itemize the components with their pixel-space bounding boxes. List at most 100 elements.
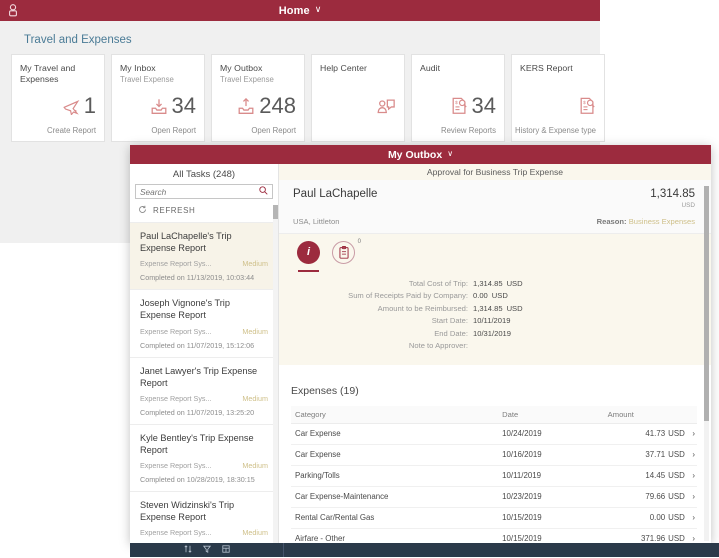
group-icon[interactable] bbox=[221, 545, 230, 555]
chevron-right-icon[interactable]: › bbox=[684, 465, 697, 487]
bottom-toolbar bbox=[130, 543, 719, 557]
expense-currency: USD bbox=[668, 513, 685, 523]
task-completed: Completed on 10/28/2019, 18:30:15 bbox=[140, 475, 255, 485]
task-list-scrollbar-track[interactable] bbox=[273, 205, 278, 543]
reason-field: Reason: Business Expenses bbox=[597, 217, 695, 226]
chevron-right-icon[interactable]: › bbox=[684, 423, 697, 445]
tile-kers-report[interactable]: KERS Report $ History & Expense type bbox=[511, 54, 605, 142]
expenses-table-row[interactable]: Airfare - Other 10/15/2019 371.96 USD › bbox=[291, 528, 697, 543]
summary-label: Sum of Receipts Paid by Company: bbox=[348, 291, 468, 301]
summary-label: End Date: bbox=[434, 328, 468, 338]
task-list-scrollbar-thumb[interactable] bbox=[273, 205, 278, 219]
tile-my-travel-and-expenses[interactable]: My Travel and Expenses 1 Create Report bbox=[11, 54, 105, 142]
tile-help-center[interactable]: Help Center bbox=[311, 54, 405, 142]
expense-currency: USD bbox=[668, 534, 685, 543]
task-title: Steven Widzinski's Trip Expense Report bbox=[140, 500, 235, 523]
page-right-filler bbox=[600, 0, 719, 145]
filter-icon[interactable] bbox=[202, 545, 211, 555]
tile-title: Help Center bbox=[320, 63, 367, 73]
detail-scrollbar-thumb[interactable] bbox=[704, 186, 709, 421]
expenses-table-row[interactable]: Rental Car/Rental Gas 10/15/2019 0.00 USD › bbox=[291, 507, 697, 529]
expense-currency: USD bbox=[668, 471, 685, 481]
tile-title: Audit bbox=[420, 63, 441, 73]
expenses-column-header: Amount bbox=[607, 405, 685, 424]
expense-date: 10/11/2019 bbox=[502, 465, 608, 487]
detail-tab-strip: i0 bbox=[279, 233, 711, 276]
tab-badge: 0 bbox=[357, 238, 361, 245]
tile-footer: Create Report bbox=[47, 126, 96, 135]
section-separator bbox=[279, 364, 711, 381]
my-outbox-dialog: My Outbox ∨ All Tasks (248) Search REFRE… bbox=[130, 145, 711, 551]
expense-date: 10/24/2019 bbox=[502, 423, 608, 445]
task-completed: Completed on 11/07/2019, 15:12:06 bbox=[140, 340, 255, 350]
location-label: USA, Littleton bbox=[293, 216, 340, 226]
summary-row: Sum of Receipts Paid by Company: 0.00 USD bbox=[279, 290, 711, 303]
tile-title: My Outbox bbox=[220, 63, 263, 73]
detail-tab-clipboard[interactable]: 0 bbox=[332, 239, 361, 264]
expense-date: 10/23/2019 bbox=[502, 486, 608, 508]
summary-currency: USD bbox=[506, 278, 523, 288]
task-detail-panel: Approval for Business Trip Expense Paul … bbox=[279, 164, 711, 543]
task-list-item[interactable]: Kyle Bentley's Trip Expense Report Expens… bbox=[130, 423, 278, 491]
tile-footer: Open Report bbox=[251, 126, 296, 135]
tile-content: 248 bbox=[220, 91, 296, 121]
expenses-table-row[interactable]: Car Expense 10/24/2019 41.73 USD › bbox=[291, 423, 697, 445]
summary-value: 1,314.85 USD bbox=[473, 303, 523, 313]
expenses-table-row[interactable]: Car Expense 10/16/2019 37.71 USD › bbox=[291, 444, 697, 466]
refresh-button[interactable]: REFRESH bbox=[130, 199, 278, 222]
svg-text:$: $ bbox=[455, 100, 458, 106]
task-list-item[interactable]: Janet Lawyer's Trip Expense Report Expens… bbox=[130, 356, 278, 424]
expenses-section: Expenses (19) Category Date Amount Car Exp… bbox=[279, 380, 711, 543]
task-list-item[interactable]: Joseph Vignone's Trip Expense Report Expe… bbox=[130, 289, 278, 356]
summary-row: Total Cost of Trip: 1,314.85 USD bbox=[279, 278, 711, 291]
summary-row: Note to Approver: bbox=[279, 340, 711, 353]
expense-amount: 79.66 USD bbox=[607, 486, 685, 508]
chevron-right-icon[interactable]: › bbox=[684, 444, 697, 466]
tile-my-inbox[interactable]: My Inbox Travel Expense 34 Open Report bbox=[111, 54, 205, 142]
dialog-title: My Outbox bbox=[387, 148, 443, 161]
expenses-table-row[interactable]: Car Expense-Maintenance 10/23/2019 79.66 US… bbox=[291, 486, 697, 508]
detail-tab-info[interactable]: i bbox=[297, 240, 320, 272]
requester-name: Paul LaChapelle bbox=[293, 188, 378, 200]
tile-audit[interactable]: Audit $34 Review Reports bbox=[411, 54, 505, 142]
chevron-right-icon[interactable]: › bbox=[684, 507, 697, 529]
task-priority: Medium bbox=[242, 461, 268, 471]
page-title: Travel and Expenses bbox=[24, 34, 132, 46]
tile-subtitle: Travel Expense bbox=[220, 75, 274, 85]
task-list-panel: All Tasks (248) REFRESH bbox=[130, 164, 279, 551]
task-system: Expense Report Sys... bbox=[140, 326, 212, 336]
home-menu[interactable]: Home ∨ bbox=[0, 5, 600, 17]
active-tab-indicator bbox=[298, 269, 319, 272]
summary-row: End Date: 10/31/2019 bbox=[279, 328, 711, 341]
page-left-filler bbox=[0, 243, 130, 557]
task-list-header: All Tasks (248) bbox=[130, 164, 278, 184]
task-completed: Completed on 11/13/2019, 10:03:44 bbox=[140, 273, 255, 283]
expenses-table-row[interactable]: Parking/Tolls 10/11/2019 14.45 USD › bbox=[291, 465, 697, 487]
search-icon[interactable] bbox=[259, 186, 268, 197]
chevron-right-icon[interactable]: › bbox=[684, 486, 697, 508]
summary-row: Start Date: 10/11/2019 bbox=[279, 315, 711, 328]
tile-number: 34 bbox=[171, 93, 196, 118]
task-title: Janet Lawyer's Trip Expense Report bbox=[140, 365, 258, 388]
person-help-icon bbox=[377, 98, 396, 115]
tile-my-outbox[interactable]: My Outbox Travel Expense 248 Open Report bbox=[211, 54, 305, 142]
task-priority: Medium bbox=[242, 528, 268, 538]
dialog-header[interactable]: My Outbox ∨ bbox=[130, 145, 711, 164]
chevron-right-icon[interactable]: › bbox=[684, 528, 697, 543]
search-box[interactable] bbox=[135, 184, 273, 199]
task-system: Expense Report Sys... bbox=[140, 461, 212, 471]
task-title: Paul LaChapelle's Trip Expense Report bbox=[140, 231, 232, 254]
total-amount: 1,314.85 bbox=[650, 188, 695, 200]
tile-title: KERS Report bbox=[520, 63, 573, 73]
tile-number: 248 bbox=[259, 93, 296, 118]
expenses-column-header: Category bbox=[291, 405, 503, 424]
expense-currency: USD bbox=[668, 450, 685, 460]
task-system: Expense Report Sys... bbox=[140, 259, 212, 269]
summary-label: Start Date: bbox=[431, 316, 468, 326]
tile-group: My Travel and Expenses 1 Create Report My I… bbox=[11, 54, 605, 142]
search-input[interactable] bbox=[140, 186, 259, 197]
tile-content: $ bbox=[520, 91, 596, 121]
expense-date: 10/15/2019 bbox=[502, 528, 608, 543]
task-list-item[interactable]: Paul LaChapelle's Trip Expense Report Exp… bbox=[130, 222, 278, 290]
sort-icon[interactable] bbox=[184, 545, 192, 555]
